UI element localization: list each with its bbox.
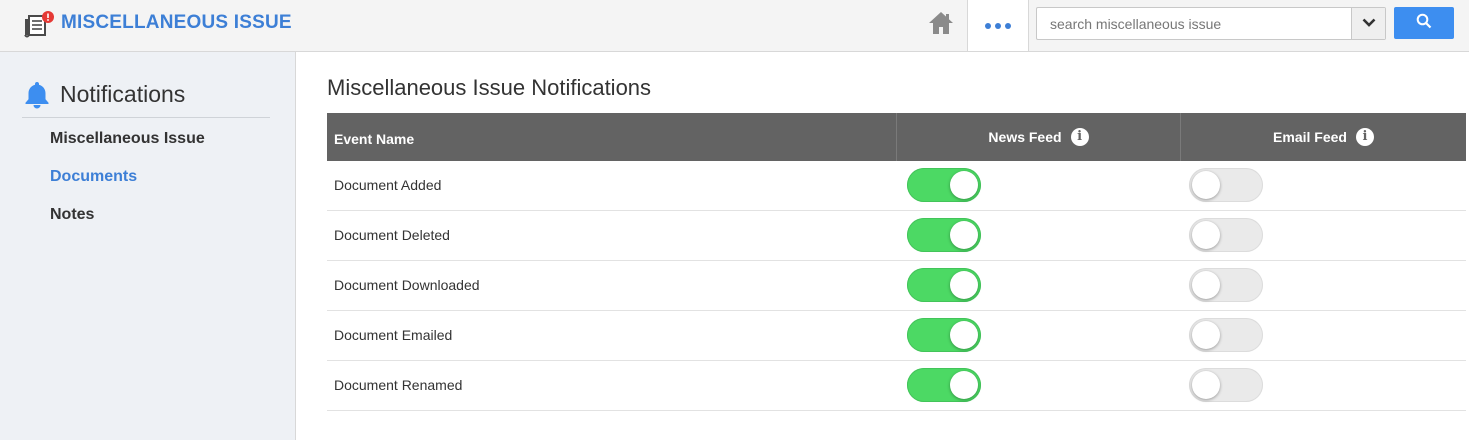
search-input[interactable]: [1037, 8, 1351, 39]
app-title: MISCELLANEOUS ISSUE: [61, 12, 292, 33]
toggle-knob: [950, 221, 978, 249]
table-header: Event Name News Feed i Email Feed i: [327, 113, 1466, 161]
table-row: Document Renamed: [327, 361, 1466, 411]
toggle-knob: [950, 271, 978, 299]
home-button[interactable]: [914, 0, 967, 51]
search-dropdown-button[interactable]: [1351, 8, 1385, 39]
sidebar-item-notes[interactable]: Notes: [50, 206, 94, 224]
sidebar-item-documents[interactable]: Documents: [50, 168, 137, 186]
toggle-knob: [950, 371, 978, 399]
sidebar-header: Notifications: [22, 78, 270, 118]
chevron-down-icon: [1362, 15, 1376, 33]
email-feed-label: Email Feed: [1273, 129, 1347, 145]
event-name: Document Emailed: [334, 327, 453, 343]
event-name: Document Downloaded: [334, 277, 480, 293]
email-feed-toggle[interactable]: [1189, 168, 1263, 202]
news-feed-toggle[interactable]: [907, 168, 981, 202]
table-body: Document Added Document Deleted Document D…: [327, 161, 1466, 411]
toggle-knob: [950, 321, 978, 349]
email-feed-toggle[interactable]: [1189, 318, 1263, 352]
search-icon: [1416, 13, 1432, 34]
toggle-knob: [1192, 321, 1220, 349]
search-button[interactable]: [1394, 7, 1454, 39]
column-header-event-name: Event Name: [334, 131, 415, 147]
top-bar: MISCELLANEOUS ISSUE: [0, 0, 1469, 52]
toggle-knob: [1192, 271, 1220, 299]
news-feed-toggle[interactable]: [907, 318, 981, 352]
news-feed-toggle[interactable]: [907, 218, 981, 252]
event-name: Document Deleted: [334, 227, 450, 243]
sidebar-title: Notifications: [60, 81, 186, 107]
toggle-knob: [1192, 171, 1220, 199]
info-icon[interactable]: i: [1070, 128, 1089, 146]
news-feed-toggle[interactable]: [907, 368, 981, 402]
info-icon[interactable]: i: [1355, 128, 1374, 146]
document-alert-icon: [22, 10, 56, 40]
news-feed-toggle[interactable]: [907, 268, 981, 302]
home-icon: [927, 10, 955, 41]
table-row: Document Added: [327, 161, 1466, 211]
more-dots-icon: [985, 22, 991, 29]
table-row: Document Deleted: [327, 211, 1466, 261]
notifications-table: Event Name News Feed i Email Feed i Docu…: [327, 113, 1466, 411]
column-header-email-feed: Email Feed i: [1180, 113, 1466, 161]
news-feed-label: News Feed: [988, 129, 1062, 145]
column-header-news-feed: News Feed i: [896, 113, 1180, 161]
email-feed-toggle[interactable]: [1189, 368, 1263, 402]
email-feed-toggle[interactable]: [1189, 218, 1263, 252]
toggle-knob: [1192, 371, 1220, 399]
sidebar-item-miscellaneous-issue[interactable]: Miscellaneous Issue: [50, 130, 205, 148]
bell-icon: [25, 80, 49, 115]
email-feed-toggle[interactable]: [1189, 268, 1263, 302]
event-name: Document Renamed: [334, 377, 463, 393]
page-title: Miscellaneous Issue Notifications: [327, 75, 652, 100]
more-options-button[interactable]: [967, 0, 1029, 51]
table-row: Document Emailed: [327, 311, 1466, 361]
event-name: Document Added: [334, 177, 442, 193]
table-row: Document Downloaded: [327, 261, 1466, 311]
toggle-knob: [1192, 221, 1220, 249]
sidebar: Notifications Miscellaneous Issue Docume…: [0, 52, 296, 440]
toggle-knob: [950, 171, 978, 199]
search-box: [1036, 7, 1386, 40]
